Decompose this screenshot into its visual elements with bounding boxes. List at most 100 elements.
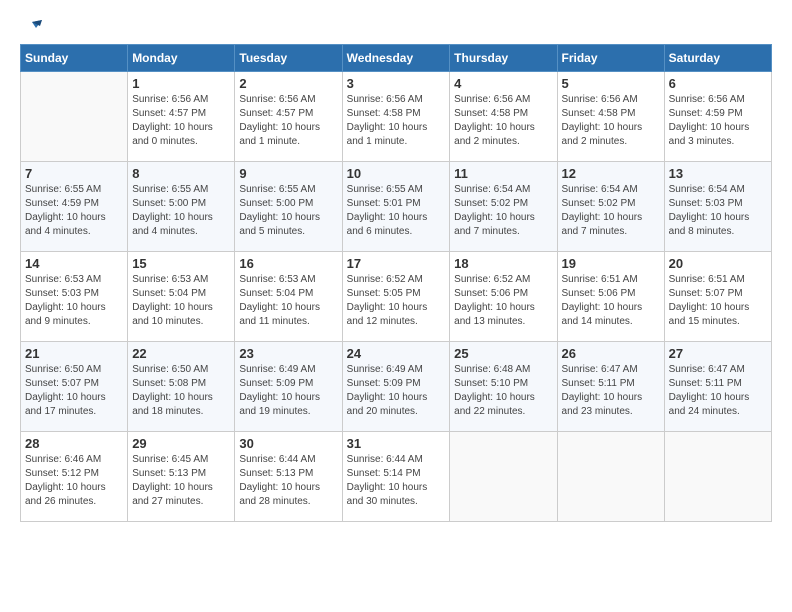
day-info: Sunrise: 6:49 AM Sunset: 5:09 PM Dayligh… [347,363,446,419]
day-info: Sunrise: 6:56 AM Sunset: 4:57 PM Dayligh… [132,93,230,149]
day-info: Sunrise: 6:56 AM Sunset: 4:58 PM Dayligh… [454,93,552,149]
day-number: 13 [669,166,767,181]
day-number: 21 [25,346,123,361]
day-cell: 18 Sunrise: 6:52 AM Sunset: 5:06 PM Dayli… [450,252,557,342]
day-number: 16 [239,256,337,271]
day-number: 12 [562,166,660,181]
day-info: Sunrise: 6:54 AM Sunset: 5:02 PM Dayligh… [562,183,660,239]
week-row-5: 28 Sunrise: 6:46 AM Sunset: 5:12 PM Dayli… [21,432,772,522]
day-number: 25 [454,346,552,361]
day-number: 5 [562,76,660,91]
day-info: Sunrise: 6:56 AM Sunset: 4:57 PM Dayligh… [239,93,337,149]
day-cell: 29 Sunrise: 6:45 AM Sunset: 5:13 PM Dayli… [128,432,235,522]
day-number: 23 [239,346,337,361]
day-cell: 31 Sunrise: 6:44 AM Sunset: 5:14 PM Dayli… [342,432,450,522]
day-number: 15 [132,256,230,271]
calendar-table: SundayMondayTuesdayWednesdayThursdayFrid… [20,44,772,522]
day-info: Sunrise: 6:56 AM Sunset: 4:58 PM Dayligh… [562,93,660,149]
day-number: 17 [347,256,446,271]
day-info: Sunrise: 6:52 AM Sunset: 5:05 PM Dayligh… [347,273,446,329]
day-info: Sunrise: 6:47 AM Sunset: 5:11 PM Dayligh… [669,363,767,419]
day-cell: 15 Sunrise: 6:53 AM Sunset: 5:04 PM Dayli… [128,252,235,342]
day-info: Sunrise: 6:45 AM Sunset: 5:13 PM Dayligh… [132,453,230,509]
day-cell: 7Sunrise: 6:55 AM Sunset: 4:59 PM Daylig… [21,162,128,252]
day-info: Sunrise: 6:49 AM Sunset: 5:09 PM Dayligh… [239,363,337,419]
day-cell: 4 Sunrise: 6:56 AM Sunset: 4:58 PM Daylig… [450,72,557,162]
header-cell-sunday: Sunday [21,45,128,72]
day-number: 4 [454,76,552,91]
day-info: Sunrise: 6:53 AM Sunset: 5:04 PM Dayligh… [132,273,230,329]
day-cell: 16 Sunrise: 6:53 AM Sunset: 5:04 PM Dayli… [235,252,342,342]
day-info: Sunrise: 6:44 AM Sunset: 5:13 PM Dayligh… [239,453,337,509]
day-number: 18 [454,256,552,271]
logo [20,20,44,34]
day-info: Sunrise: 6:46 AM Sunset: 5:12 PM Dayligh… [25,453,123,509]
day-cell [21,72,128,162]
day-info: Sunrise: 6:55 AM Sunset: 5:00 PM Dayligh… [132,183,230,239]
day-number: 2 [239,76,337,91]
day-cell: 17 Sunrise: 6:52 AM Sunset: 5:05 PM Dayli… [342,252,450,342]
day-cell: 19 Sunrise: 6:51 AM Sunset: 5:06 PM Dayli… [557,252,664,342]
day-cell: 12 Sunrise: 6:54 AM Sunset: 5:02 PM Dayli… [557,162,664,252]
week-row-1: 1 Sunrise: 6:56 AM Sunset: 4:57 PM Daylig… [21,72,772,162]
day-cell: 1 Sunrise: 6:56 AM Sunset: 4:57 PM Daylig… [128,72,235,162]
day-cell: 20Sunrise: 6:51 AM Sunset: 5:07 PM Dayli… [664,252,771,342]
day-info: Sunrise: 6:53 AM Sunset: 5:03 PM Dayligh… [25,273,123,329]
day-info: Sunrise: 6:55 AM Sunset: 5:00 PM Dayligh… [239,183,337,239]
day-number: 31 [347,436,446,451]
day-number: 10 [347,166,446,181]
day-cell [557,432,664,522]
day-cell: 14Sunrise: 6:53 AM Sunset: 5:03 PM Dayli… [21,252,128,342]
day-number: 8 [132,166,230,181]
day-number: 19 [562,256,660,271]
week-row-2: 7Sunrise: 6:55 AM Sunset: 4:59 PM Daylig… [21,162,772,252]
day-info: Sunrise: 6:54 AM Sunset: 5:03 PM Dayligh… [669,183,767,239]
day-cell: 10 Sunrise: 6:55 AM Sunset: 5:01 PM Dayli… [342,162,450,252]
header-row: SundayMondayTuesdayWednesdayThursdayFrid… [21,45,772,72]
day-cell: 3Sunrise: 6:56 AM Sunset: 4:58 PM Daylig… [342,72,450,162]
day-cell: 13 Sunrise: 6:54 AM Sunset: 5:03 PM Dayli… [664,162,771,252]
header-cell-saturday: Saturday [664,45,771,72]
day-info: Sunrise: 6:50 AM Sunset: 5:07 PM Dayligh… [25,363,123,419]
day-cell: 23 Sunrise: 6:49 AM Sunset: 5:09 PM Dayli… [235,342,342,432]
day-cell: 25 Sunrise: 6:48 AM Sunset: 5:10 PM Dayli… [450,342,557,432]
day-info: Sunrise: 6:48 AM Sunset: 5:10 PM Dayligh… [454,363,552,419]
day-info: Sunrise: 6:53 AM Sunset: 5:04 PM Dayligh… [239,273,337,329]
day-cell [450,432,557,522]
day-info: Sunrise: 6:47 AM Sunset: 5:11 PM Dayligh… [562,363,660,419]
day-info: Sunrise: 6:52 AM Sunset: 5:06 PM Dayligh… [454,273,552,329]
day-cell: 2 Sunrise: 6:56 AM Sunset: 4:57 PM Daylig… [235,72,342,162]
day-number: 1 [132,76,230,91]
day-info: Sunrise: 6:51 AM Sunset: 5:06 PM Dayligh… [562,273,660,329]
calendar-body: 1 Sunrise: 6:56 AM Sunset: 4:57 PM Daylig… [21,72,772,522]
day-info: Sunrise: 6:55 AM Sunset: 5:01 PM Dayligh… [347,183,446,239]
week-row-3: 14Sunrise: 6:53 AM Sunset: 5:03 PM Dayli… [21,252,772,342]
calendar-header: SundayMondayTuesdayWednesdayThursdayFrid… [21,45,772,72]
day-info: Sunrise: 6:56 AM Sunset: 4:59 PM Dayligh… [669,93,767,149]
day-number: 9 [239,166,337,181]
day-number: 11 [454,166,552,181]
day-info: Sunrise: 6:44 AM Sunset: 5:14 PM Dayligh… [347,453,446,509]
day-cell: 6Sunrise: 6:56 AM Sunset: 4:59 PM Daylig… [664,72,771,162]
day-number: 30 [239,436,337,451]
header-cell-thursday: Thursday [450,45,557,72]
day-number: 29 [132,436,230,451]
day-cell: 27Sunrise: 6:47 AM Sunset: 5:11 PM Dayli… [664,342,771,432]
day-number: 3 [347,76,446,91]
day-cell: 11 Sunrise: 6:54 AM Sunset: 5:02 PM Dayli… [450,162,557,252]
day-cell: 8 Sunrise: 6:55 AM Sunset: 5:00 PM Daylig… [128,162,235,252]
day-number: 7 [25,166,123,181]
page-header [20,20,772,34]
day-number: 26 [562,346,660,361]
day-cell: 5 Sunrise: 6:56 AM Sunset: 4:58 PM Daylig… [557,72,664,162]
week-row-4: 21 Sunrise: 6:50 AM Sunset: 5:07 PM Dayli… [21,342,772,432]
day-cell: 22Sunrise: 6:50 AM Sunset: 5:08 PM Dayli… [128,342,235,432]
day-info: Sunrise: 6:54 AM Sunset: 5:02 PM Dayligh… [454,183,552,239]
day-cell [664,432,771,522]
logo-bird-icon [22,20,42,36]
day-number: 28 [25,436,123,451]
day-cell: 24Sunrise: 6:49 AM Sunset: 5:09 PM Dayli… [342,342,450,432]
header-cell-wednesday: Wednesday [342,45,450,72]
header-cell-tuesday: Tuesday [235,45,342,72]
day-cell: 30 Sunrise: 6:44 AM Sunset: 5:13 PM Dayli… [235,432,342,522]
